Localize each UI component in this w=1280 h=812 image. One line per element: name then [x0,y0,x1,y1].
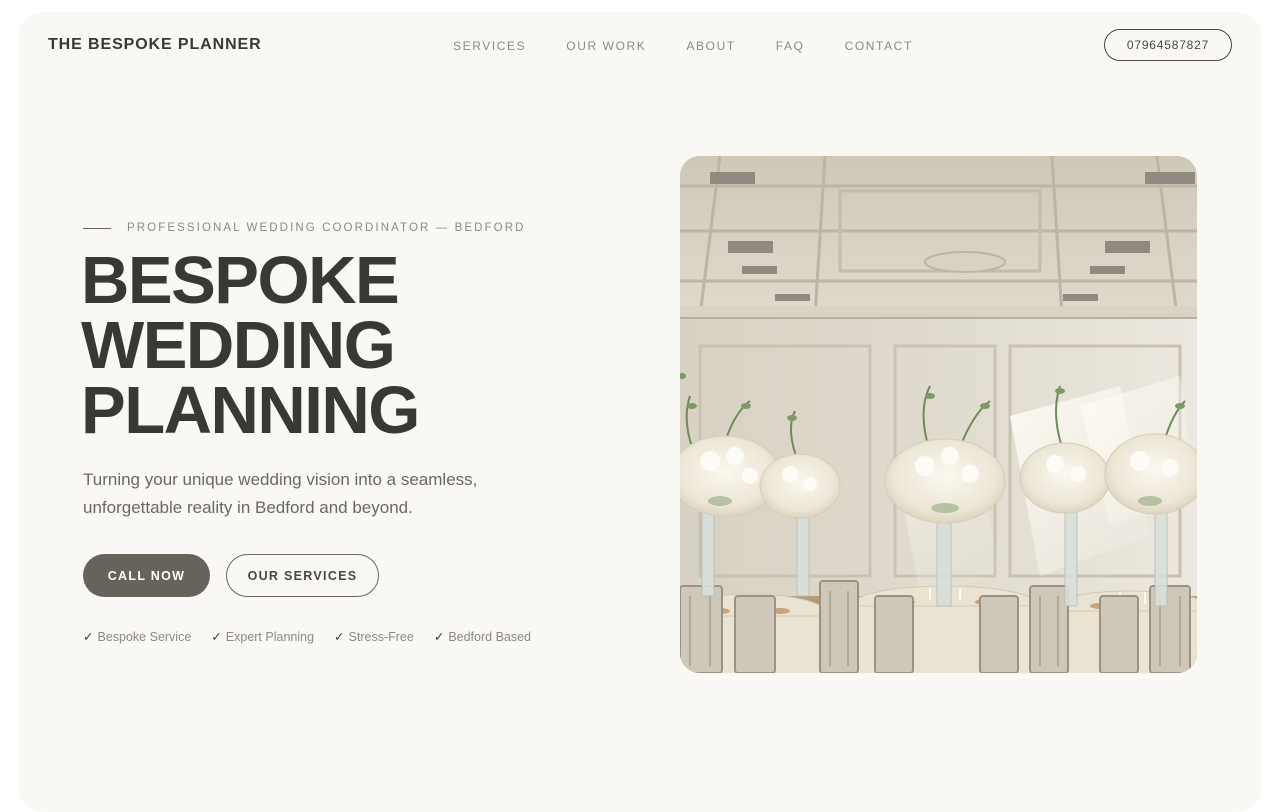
brand-logo[interactable]: THE BESPOKE PLANNER [48,36,262,54]
headline-line-3: PLANNING [81,373,420,448]
headline-line-1: BESPOKE [81,243,400,318]
feature-item: ✓ Stress-Free [334,629,414,644]
feature-label: Bedford Based [448,630,532,644]
nav-about[interactable]: ABOUT [686,39,735,53]
call-now-button[interactable]: CALL NOW [83,554,210,597]
headline-line-2: WEDDING [81,308,396,383]
hero-image [680,156,1197,673]
reception-hall-illustration [680,156,1197,673]
feature-item: ✓ Expert Planning [211,629,314,644]
hero-headline: BESPOKE WEDDING PLANNING [81,243,420,448]
feature-item: ✓ Bedford Based [434,629,531,644]
check-icon: ✓ [211,630,222,644]
nav-contact[interactable]: CONTACT [845,39,913,53]
feature-list: ✓ Bespoke Service ✓ Expert Planning ✓ Stres… [83,629,531,644]
check-icon: ✓ [334,630,345,644]
main-nav: SERVICES OUR WORK ABOUT FAQ CONTACT [453,39,913,53]
check-icon: ✓ [433,630,445,644]
check-icon: ✓ [83,630,94,644]
nav-faq[interactable]: FAQ [776,39,805,53]
feature-label: Expert Planning [225,630,315,644]
phone-button[interactable]: 07964587827 [1104,29,1232,61]
eyebrow-rule [83,227,111,229]
feature-label: Stress-Free [348,630,414,644]
hero-eyebrow: PROFESSIONAL WEDDING COORDINATOR — BEDFO… [83,222,526,234]
nav-our-work[interactable]: OUR WORK [566,39,646,53]
feature-item: ✓ Bespoke Service [83,629,191,644]
hero-description: Turning your unique wedding vision into … [83,470,478,517]
feature-label: Bespoke Service [97,630,192,644]
our-services-button[interactable]: OUR SERVICES [226,554,379,597]
eyebrow-text: PROFESSIONAL WEDDING COORDINATOR — BEDFO… [127,222,526,234]
nav-services[interactable]: SERVICES [453,39,526,53]
